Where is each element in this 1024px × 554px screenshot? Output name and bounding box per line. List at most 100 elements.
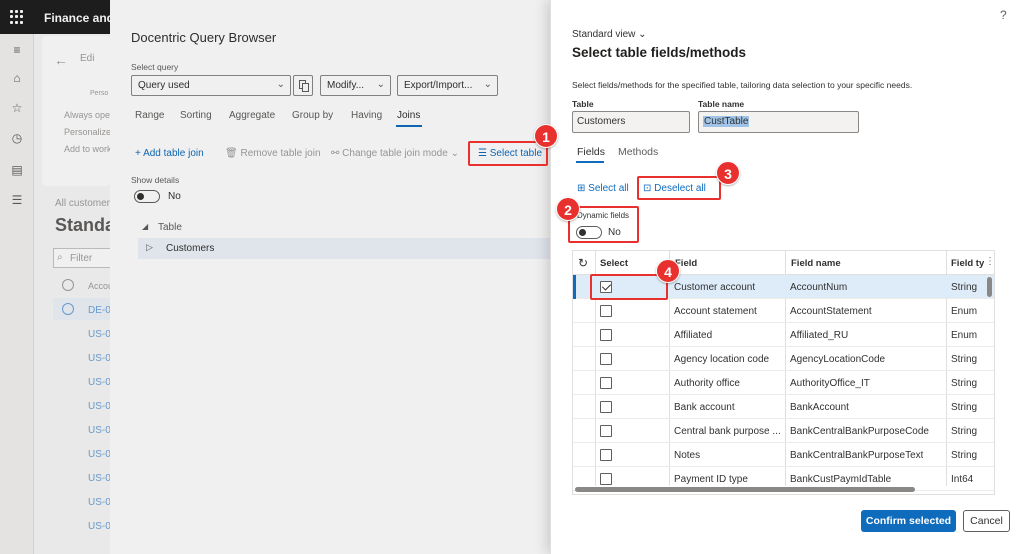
- tab-joins[interactable]: Joins: [397, 110, 420, 121]
- header-field-name[interactable]: Field name: [791, 258, 841, 269]
- search-icon: ⌕: [57, 252, 63, 263]
- tab-range[interactable]: Range: [135, 110, 164, 121]
- row-field-name: AuthorityOffice_IT: [790, 378, 870, 389]
- row-field-name: Affiliated_RU: [790, 330, 849, 341]
- copy-button[interactable]: [293, 75, 313, 96]
- table-label: Table: [572, 99, 594, 109]
- bg-row[interactable]: US-0: [88, 521, 111, 532]
- home-icon[interactable]: ⌂: [11, 72, 23, 84]
- table-row[interactable]: Agency location code AgencyLocationCode …: [573, 347, 994, 371]
- change-join-mode-button[interactable]: ⚯ Change table join mode ⌄: [331, 148, 459, 159]
- row-field: Account statement: [674, 306, 757, 317]
- waffle-icon[interactable]: [10, 10, 24, 24]
- collapse-icon[interactable]: ◢: [142, 222, 148, 231]
- tab-fields[interactable]: Fields: [577, 146, 605, 158]
- row-field-type: String: [951, 282, 978, 293]
- bg-row[interactable]: US-0: [88, 449, 111, 460]
- refresh-icon[interactable]: ↻: [578, 256, 588, 270]
- view-name: Standard view: [572, 29, 636, 40]
- select-all-button[interactable]: ⊞ Select all: [577, 183, 629, 194]
- horizontal-scrollbar[interactable]: [575, 487, 915, 492]
- row-field: Authority office: [674, 378, 740, 389]
- bg-row[interactable]: US-0: [88, 497, 111, 508]
- callout-4: 4: [656, 259, 680, 283]
- export-import-button[interactable]: Export/Import... ⌄: [397, 75, 498, 96]
- tab-aggregate[interactable]: Aggregate: [229, 110, 275, 121]
- back-arrow-icon[interactable]: ←: [54, 52, 68, 68]
- tab-fields-underline: [576, 161, 604, 163]
- tab-having[interactable]: Having: [351, 110, 382, 121]
- background-card: ← Edi Perso Always ope Personalize Add t…: [42, 36, 112, 186]
- chevron-down-icon: ⌄: [376, 79, 385, 90]
- row-checkbox[interactable]: [600, 401, 612, 413]
- hamburger-icon[interactable]: ≡: [11, 44, 23, 56]
- filter-placeholder: Filter: [70, 253, 93, 264]
- dialog-description: Select fields/methods for the specified …: [572, 80, 913, 90]
- tab-methods[interactable]: Methods: [618, 146, 658, 158]
- bg-row[interactable]: US-0: [88, 401, 111, 412]
- row-field-type: String: [951, 426, 978, 437]
- more-icon[interactable]: ⋮: [985, 256, 994, 267]
- row-checkbox[interactable]: [600, 377, 612, 389]
- bg-row[interactable]: US-0: [88, 425, 111, 436]
- view-selector[interactable]: Standard view ⌄: [572, 29, 647, 40]
- edit-label[interactable]: Edi: [80, 53, 94, 64]
- bg-option-2: Personalize: [64, 127, 112, 137]
- tab-sorting[interactable]: Sorting: [180, 110, 212, 121]
- table-name-field: CustTable: [698, 111, 859, 133]
- bg-row[interactable]: US-0: [88, 329, 111, 340]
- query-browser-title: Docentric Query Browser: [131, 30, 277, 45]
- row-checkbox[interactable]: [600, 329, 612, 341]
- left-nav: ≡ ⌂ ☆ ◷ ▤ ☰: [0, 34, 34, 554]
- deselect-all-button[interactable]: ⊡ Deselect all: [643, 183, 706, 194]
- row-field: Payment ID type: [674, 474, 748, 485]
- bg-row[interactable]: US-0: [88, 353, 111, 364]
- tab-group-by[interactable]: Group by: [292, 110, 333, 121]
- remove-table-join-button[interactable]: 🗑 Remove table join: [225, 148, 321, 159]
- modify-button[interactable]: Modify... ⌄: [320, 75, 391, 96]
- table-row[interactable]: Authority office AuthorityOffice_IT Stri…: [573, 371, 994, 395]
- confirm-selected-button[interactable]: Confirm selected: [861, 510, 956, 532]
- help-icon[interactable]: ?: [1000, 8, 1007, 22]
- star-icon[interactable]: ☆: [11, 102, 23, 114]
- clock-icon[interactable]: ◷: [11, 132, 23, 144]
- tree-item-label: Customers: [166, 243, 215, 254]
- tree-item-customers[interactable]: ▷ Customers: [138, 238, 550, 259]
- table-row[interactable]: Account statement AccountStatement Enum: [573, 299, 994, 323]
- table-row[interactable]: Bank account BankAccount String: [573, 395, 994, 419]
- bg-header-radio[interactable]: [62, 279, 74, 291]
- bg-row-radio[interactable]: [62, 303, 74, 315]
- table-row[interactable]: Affiliated Affiliated_RU Enum: [573, 323, 994, 347]
- table-row[interactable]: Notes BankCentralBankPurposeText String: [573, 443, 994, 467]
- row-checkbox[interactable]: [600, 449, 612, 461]
- row-checkbox[interactable]: [600, 425, 612, 437]
- row-checkbox[interactable]: [600, 305, 612, 317]
- row-field-type: String: [951, 450, 978, 461]
- header-field-type[interactable]: Field typ: [951, 258, 984, 269]
- select-all-icon: ⊞: [577, 183, 589, 194]
- bg-row[interactable]: US-0: [88, 473, 111, 484]
- table-field: Customers: [572, 111, 690, 133]
- cancel-button[interactable]: Cancel: [963, 510, 1010, 532]
- callout-1: 1: [534, 124, 558, 148]
- table-name-value: CustTable: [703, 116, 750, 127]
- expand-icon[interactable]: ▷: [146, 242, 153, 253]
- header-select[interactable]: Select: [600, 258, 628, 269]
- bg-row[interactable]: DE-0: [88, 305, 111, 316]
- row-field: Customer account: [674, 282, 756, 293]
- list-icon[interactable]: ☰: [11, 194, 23, 206]
- add-table-join-button[interactable]: + Add table join: [135, 148, 204, 159]
- callout-2: 2: [556, 197, 580, 221]
- table-row[interactable]: Central bank purpose ... BankCentralBank…: [573, 419, 994, 443]
- app-title: Finance and: [44, 11, 115, 25]
- select-query-dropdown[interactable]: Query used ⌄: [131, 75, 291, 96]
- vertical-scrollbar[interactable]: [987, 277, 992, 297]
- row-checkbox[interactable]: [600, 353, 612, 365]
- row-checkbox[interactable]: [600, 473, 612, 485]
- select-query-label: Select query: [131, 62, 179, 72]
- workspace-icon[interactable]: ▤: [11, 164, 23, 176]
- show-details-toggle[interactable]: [134, 190, 160, 203]
- bg-row[interactable]: US-0: [88, 377, 111, 388]
- row-field-name: BankCustPaymIdTable: [790, 474, 892, 485]
- background-filter[interactable]: ⌕ Filter: [53, 248, 113, 268]
